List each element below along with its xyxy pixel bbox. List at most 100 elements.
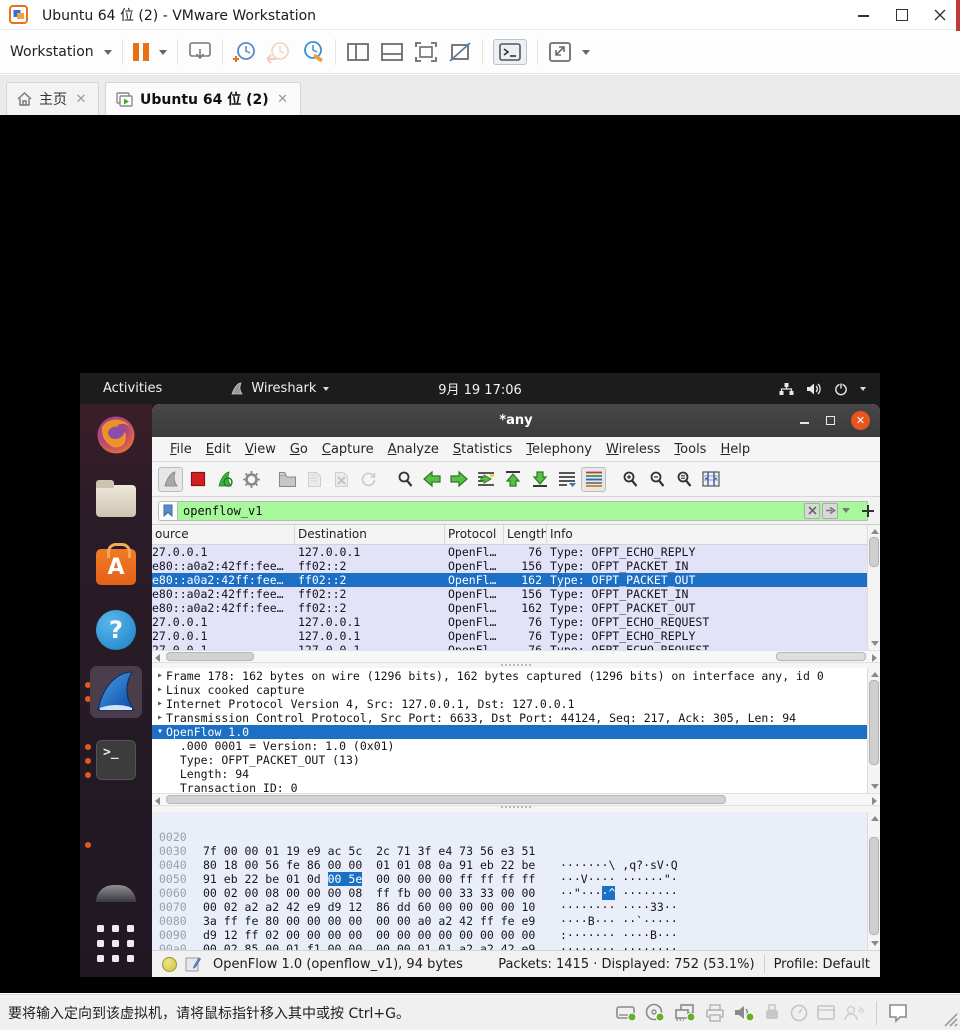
auto-scroll-button[interactable] (581, 466, 606, 492)
hex-vscrollbar[interactable] (867, 812, 880, 950)
go-back-button[interactable] (419, 467, 444, 492)
menu-item[interactable]: File (163, 442, 199, 457)
hex-row[interactable]: 0030 80 18 00 56 fe 86 00 00 01 01 08 0a… (152, 830, 880, 886)
shared-user-status-icon[interactable] (843, 1003, 865, 1023)
network-icon[interactable] (779, 382, 794, 396)
table-row[interactable]: e80::a0a2:42ff:fee… ff02::2 OpenFl… 156 … (152, 587, 880, 601)
go-first-packet-button[interactable] (500, 467, 525, 492)
expander-icon[interactable]: ▸ (152, 711, 166, 725)
display-filter-input[interactable] (178, 500, 868, 521)
hex-row[interactable]: 0040 91 eb 22 be 01 0d 00 5e 00 00 00 00… (152, 844, 880, 900)
power-options-caret[interactable] (158, 49, 167, 55)
activities-button[interactable]: Activities (103, 381, 162, 396)
revert-snapshot-button[interactable] (266, 40, 291, 64)
expander-icon[interactable]: ▸ (152, 683, 166, 697)
gauge-status-icon[interactable] (789, 1003, 809, 1023)
details-vscrollbar[interactable] (867, 668, 880, 793)
dock-item-software[interactable]: A (96, 543, 136, 585)
minimized-app-icon[interactable] (96, 885, 136, 902)
tab-home[interactable]: 主页 (6, 82, 99, 115)
zoom-in-button[interactable] (617, 467, 642, 492)
table-row[interactable]: 27.0.0.1 127.0.0.1 OpenFl… 76 Type: OFPT… (152, 643, 880, 650)
hex-row[interactable]: 0050 00 02 00 08 00 00 00 08 ff fb 00 00… (152, 858, 880, 914)
detail-row[interactable]: ▸ Linux cooked capture (152, 683, 880, 697)
menu-item[interactable]: Go (283, 442, 315, 457)
tab-close-icon[interactable] (74, 92, 88, 107)
dock-item-files[interactable] (96, 480, 136, 520)
colorize-conversation-button[interactable] (554, 467, 579, 492)
menu-item[interactable]: Statistics (446, 442, 519, 457)
column-protocol[interactable]: Protocol (445, 525, 504, 544)
fullscreen-button[interactable] (548, 41, 572, 63)
table-row[interactable]: 27.0.0.1 127.0.0.1 OpenFl… 76 Type: OFPT… (152, 615, 880, 629)
go-last-packet-button[interactable] (527, 467, 552, 492)
zoom-out-button[interactable] (644, 467, 669, 492)
tab-close-icon[interactable] (276, 92, 290, 107)
table-row[interactable]: e80::a0a2:42ff:fee… ff02::2 OpenFl… 162 … (152, 573, 880, 587)
appmenu-button[interactable]: Wireshark (230, 381, 330, 396)
go-forward-button[interactable] (446, 467, 471, 492)
menu-item[interactable]: Wireless (599, 442, 667, 457)
clock[interactable]: 9月 19 17:06 (80, 379, 880, 398)
pane-splitter[interactable] (501, 664, 531, 666)
close-button[interactable] (851, 411, 870, 430)
hex-row[interactable]: 0070 3a ff fe 80 00 00 00 00 00 00 a0 a2… (152, 886, 880, 942)
open-terminal-button[interactable] (492, 39, 527, 65)
menu-item[interactable]: Help (713, 442, 757, 457)
go-to-packet-button[interactable] (473, 467, 498, 492)
save-file-button[interactable] (302, 467, 327, 492)
menu-item[interactable]: Analyze (381, 442, 446, 457)
filter-bookmark-button[interactable] (158, 500, 178, 521)
details-hscrollbar[interactable] (152, 793, 880, 806)
close-file-button[interactable] (329, 467, 354, 492)
wireshark-titlebar[interactable]: *any (152, 404, 880, 437)
manage-snapshots-button[interactable] (301, 40, 325, 64)
resize-grip[interactable] (944, 1013, 958, 1027)
table-row[interactable]: e80::a0a2:42ff:fee… ff02::2 OpenFl… 156 … (152, 559, 880, 573)
filter-add-button[interactable] (860, 503, 876, 519)
expander-icon[interactable]: ▸ (152, 669, 166, 683)
cdrom-status-icon[interactable] (644, 1003, 666, 1023)
column-length[interactable]: Length (504, 525, 547, 544)
hex-row[interactable]: 0020 7f 00 00 01 19 e9 ac 5c 2c 71 3f e4… (152, 816, 880, 872)
menu-item[interactable]: View (238, 442, 283, 457)
expander-icon[interactable]: ▾ (152, 725, 166, 739)
status-profile[interactable]: Profile: Default (774, 957, 870, 972)
stop-capture-button[interactable] (185, 467, 210, 492)
show-applications-button[interactable] (97, 925, 137, 965)
expander-icon[interactable] (152, 767, 166, 781)
packet-list-vscrollbar[interactable] (867, 525, 880, 650)
minimize-button[interactable] (800, 416, 810, 426)
minimize-button[interactable] (858, 9, 870, 21)
expander-icon[interactable]: ▸ (152, 697, 166, 711)
workstation-menu[interactable]: Workstation (0, 44, 122, 60)
reload-file-button[interactable] (356, 467, 381, 492)
maximize-button[interactable] (896, 9, 908, 21)
take-snapshot-button[interactable] (232, 40, 257, 64)
show-console-button[interactable] (380, 42, 404, 62)
dock-item-wireshark[interactable] (90, 666, 142, 718)
fit-guest-button[interactable] (414, 41, 438, 63)
close-button[interactable] (934, 9, 946, 21)
sound-status-icon[interactable] (733, 1003, 755, 1023)
menu-item[interactable]: Telephony (519, 442, 599, 457)
zoom-reset-button[interactable] (671, 467, 696, 492)
tab-vm-ubuntu[interactable]: Ubuntu 64 位 (2) (105, 82, 301, 115)
detail-row[interactable]: ▸ Internet Protocol Version 4, Src: 127.… (152, 697, 880, 711)
show-sidebar-button[interactable] (346, 42, 370, 62)
detail-row[interactable]: Transaction ID: 0 (152, 781, 880, 793)
hex-row[interactable]: 00a0 d9 12 ·· (152, 928, 880, 950)
find-packet-button[interactable] (392, 467, 417, 492)
expander-icon[interactable] (152, 753, 166, 767)
message-log-icon[interactable] (888, 1003, 908, 1023)
detail-row[interactable]: ▾ OpenFlow 1.0 (152, 725, 880, 739)
harddisk-status-icon[interactable] (615, 1003, 637, 1023)
hex-row[interactable]: 0080 d9 12 ff 02 00 00 00 00 00 00 00 00… (152, 900, 880, 950)
column-destination[interactable]: Destination (295, 525, 445, 544)
volume-icon[interactable] (806, 382, 822, 396)
menu-item[interactable]: Edit (199, 442, 238, 457)
detail-row[interactable]: .000 0001 = Version: 1.0 (0x01) (152, 739, 880, 753)
column-info[interactable]: Info (547, 525, 880, 544)
dock-item-firefox[interactable] (96, 415, 136, 455)
usb-status-icon[interactable] (762, 1003, 782, 1023)
